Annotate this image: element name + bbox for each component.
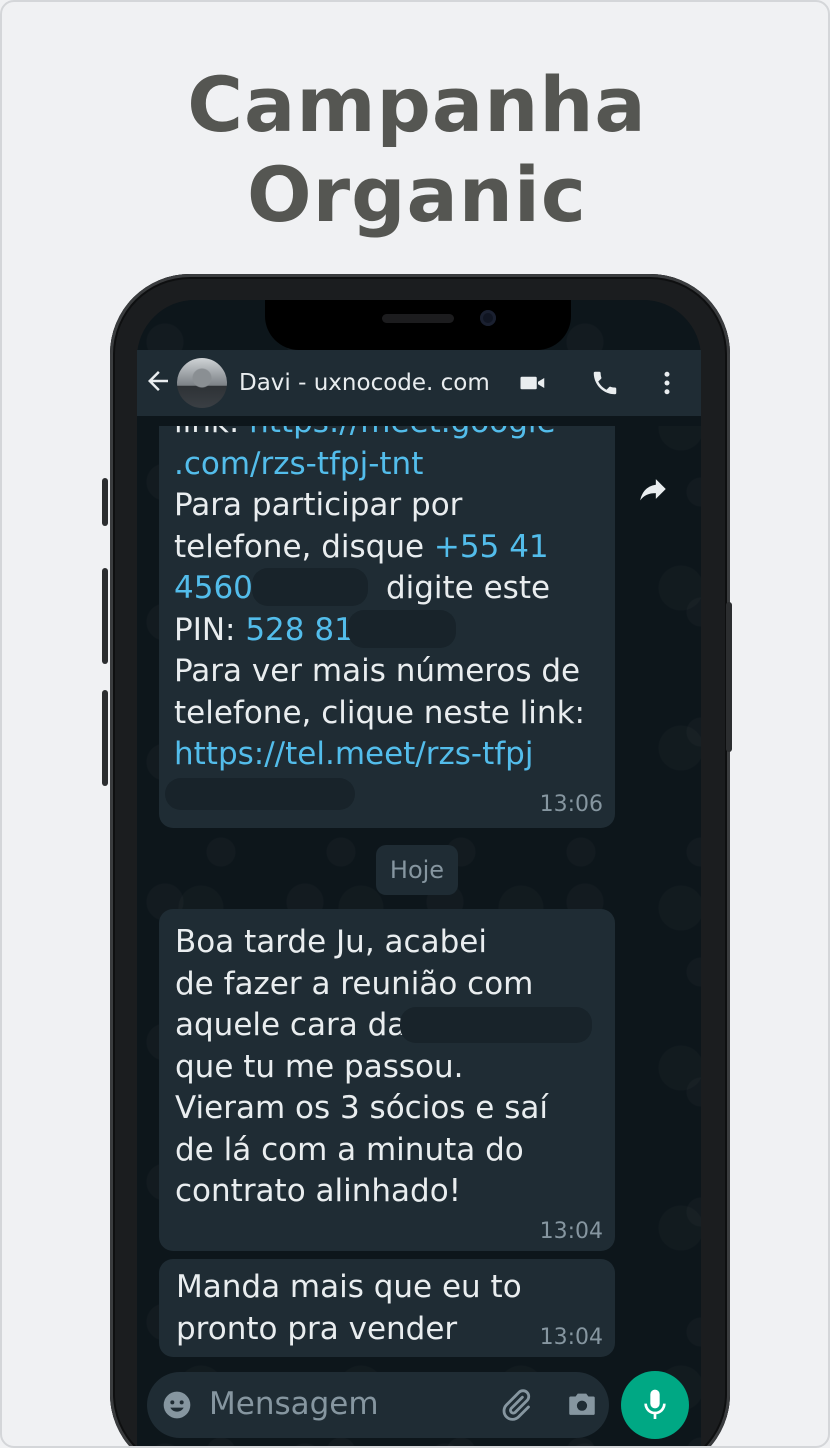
message-bubble-received-3[interactable]: Manda mais que eu to pronto pra vender 1…: [159, 1259, 615, 1357]
phone-speaker: [382, 314, 454, 323]
emoji-icon[interactable]: [161, 1389, 193, 1421]
phone-power-button: [726, 602, 732, 752]
redaction-mask: [252, 568, 368, 606]
arrow-left-icon[interactable]: [143, 366, 173, 396]
meet-link[interactable]: .com/rzs-tfpj-tnt: [174, 446, 423, 482]
message-line: de fazer a reunião com: [175, 965, 534, 1002]
message-line: que tu me passou.: [175, 1048, 464, 1085]
date-chip: Hoje: [376, 845, 458, 895]
phone-notch: [265, 300, 571, 350]
microphone-button[interactable]: [621, 1371, 689, 1439]
message-line: Para participar por: [174, 487, 463, 523]
pin-link[interactable]: 528 81: [245, 612, 353, 648]
message-line: telefone, clique neste link:: [174, 694, 585, 731]
message-line: .com/rzs-tfpj-tnt: [174, 444, 615, 486]
phone-side-button: [102, 478, 108, 526]
contact-name[interactable]: Davi - uxnocode. com: [239, 368, 490, 398]
message-line: Para ver mais números de: [174, 653, 581, 689]
message-input[interactable]: Mensagem: [209, 1384, 379, 1424]
message-line: telefone, disque +55 41: [174, 528, 549, 565]
avatar[interactable]: [177, 358, 227, 408]
forward-icon[interactable]: [636, 472, 670, 506]
message-time: 13:06: [539, 792, 603, 817]
message-line: contrato alinhado!: [175, 1173, 462, 1209]
message-time: 13:04: [539, 1325, 603, 1350]
message-time: 13:04: [539, 1219, 603, 1244]
phone-volume-down-button: [102, 690, 108, 786]
message-line: de lá com a minuta do: [175, 1131, 524, 1168]
video-camera-icon[interactable]: [517, 368, 549, 398]
kebab-menu-icon[interactable]: [651, 368, 683, 398]
paperclip-icon[interactable]: [499, 1388, 533, 1422]
front-camera: [480, 310, 496, 326]
message-line: https://tel.meet/rzs-tfpj: [174, 734, 615, 776]
message-bubble-received-2[interactable]: Boa tarde Ju, acabei de fazer a reunião …: [159, 909, 615, 1251]
campaign-card: Campanha Organic Davi - uxnocode. com li…: [0, 0, 830, 1448]
phone-number-link[interactable]: +55 41: [434, 529, 549, 565]
tel-meet-link[interactable]: https://tel.meet/rzs-tfpj: [174, 736, 533, 772]
message-bubble-received-1[interactable]: link: https://meet.google .com/rzs-tfpj-…: [159, 382, 615, 828]
microphone-icon: [644, 1389, 666, 1419]
message-line: 4560- digite este: [174, 570, 551, 606]
headline-line-2: Organic: [247, 150, 587, 239]
redaction-mask: [348, 610, 456, 648]
redaction-mask: [400, 1007, 592, 1043]
message-line: Manda mais que eu to: [176, 1269, 522, 1305]
headline-line-1: Campanha: [187, 60, 647, 149]
phone-number-link[interactable]: 4560-: [174, 570, 264, 606]
header-shadow: [137, 416, 701, 426]
message-line: Boa tarde Ju, acabei: [175, 924, 487, 960]
chat-header: Davi - uxnocode. com: [137, 350, 701, 416]
redaction-mask: [165, 778, 355, 810]
message-input-bar[interactable]: Mensagem: [147, 1372, 609, 1438]
phone-icon[interactable]: [589, 368, 621, 398]
phone-volume-up-button: [102, 568, 108, 664]
message-line: Vieram os 3 sócios e saí: [175, 1090, 548, 1126]
camera-icon[interactable]: [565, 1388, 599, 1422]
